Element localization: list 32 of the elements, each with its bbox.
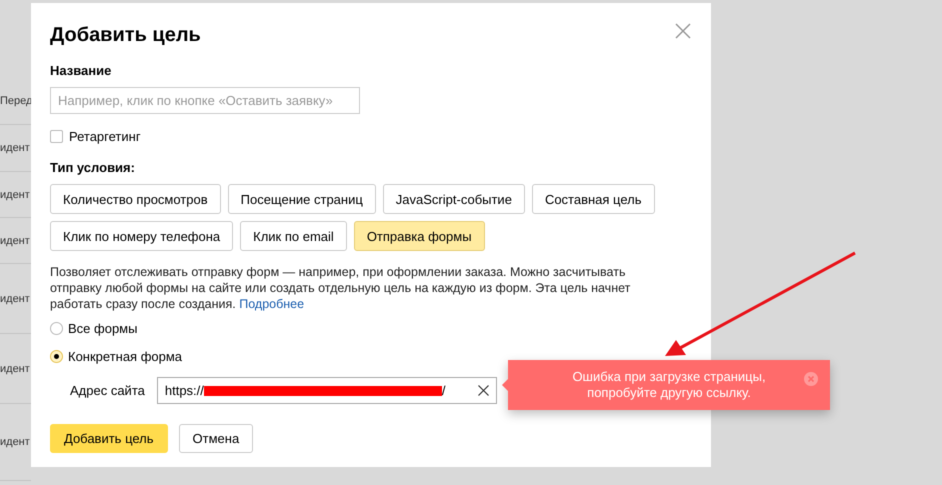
condition-type-button[interactable]: JavaScript-событие xyxy=(382,184,525,214)
table-cell: идент xyxy=(0,292,30,304)
clear-icon[interactable] xyxy=(478,385,489,396)
more-link[interactable]: Подробнее xyxy=(239,297,304,311)
input-field[interactable]: Например, клик по кнопке «Оставить заявку» xyxy=(50,87,360,114)
error-message: Ошибка при загрузке страницы, попробуйте другую ссылку. xyxy=(571,369,767,401)
table-cell: идент xyxy=(0,234,30,246)
dialog-title: Добавить цель xyxy=(50,23,201,48)
close-icon[interactable] xyxy=(675,23,691,39)
radio-label: Конкретная форма xyxy=(68,349,182,364)
url-field[interactable]: https:// / xyxy=(156,377,497,404)
table-cell: идент xyxy=(0,436,30,448)
condition-type-button[interactable]: Посещение страниц xyxy=(228,184,376,214)
field-label: Адрес сайта xyxy=(70,383,145,398)
condition-type-button[interactable]: Составная цель xyxy=(532,184,655,214)
checkbox-label: Ретаргетинг xyxy=(69,129,141,144)
radio-button[interactable] xyxy=(50,350,63,363)
radio-label: Все формы xyxy=(68,321,138,336)
condition-type-button[interactable]: Клик по email xyxy=(240,221,347,251)
table-cell: идент xyxy=(0,142,30,154)
table-cell: идент xyxy=(0,362,30,374)
condition-type-button[interactable]: Количество просмотров xyxy=(50,184,221,214)
section-label: Тип условия: xyxy=(50,160,136,175)
add-goal-button[interactable]: Добавить цель xyxy=(50,424,168,453)
condition-type-button[interactable]: Клик по номеру телефона xyxy=(50,221,234,251)
cancel-button[interactable]: Отмена xyxy=(178,424,254,453)
table-cell: идент xyxy=(0,188,30,200)
checkbox[interactable] xyxy=(50,130,63,143)
radio-button[interactable] xyxy=(50,322,63,335)
description-text: Позволяет отслеживать отправку форм — например, при оформлении заказа. Можно засчитывать отправку любой формы на сайте или создать отдельную цель на каждую из форм. Эта цель начнет работать сразу после создания. Подробнее xyxy=(50,264,632,312)
field-label: Название xyxy=(50,63,112,78)
condition-type-button[interactable]: Отправка формы xyxy=(354,221,485,251)
